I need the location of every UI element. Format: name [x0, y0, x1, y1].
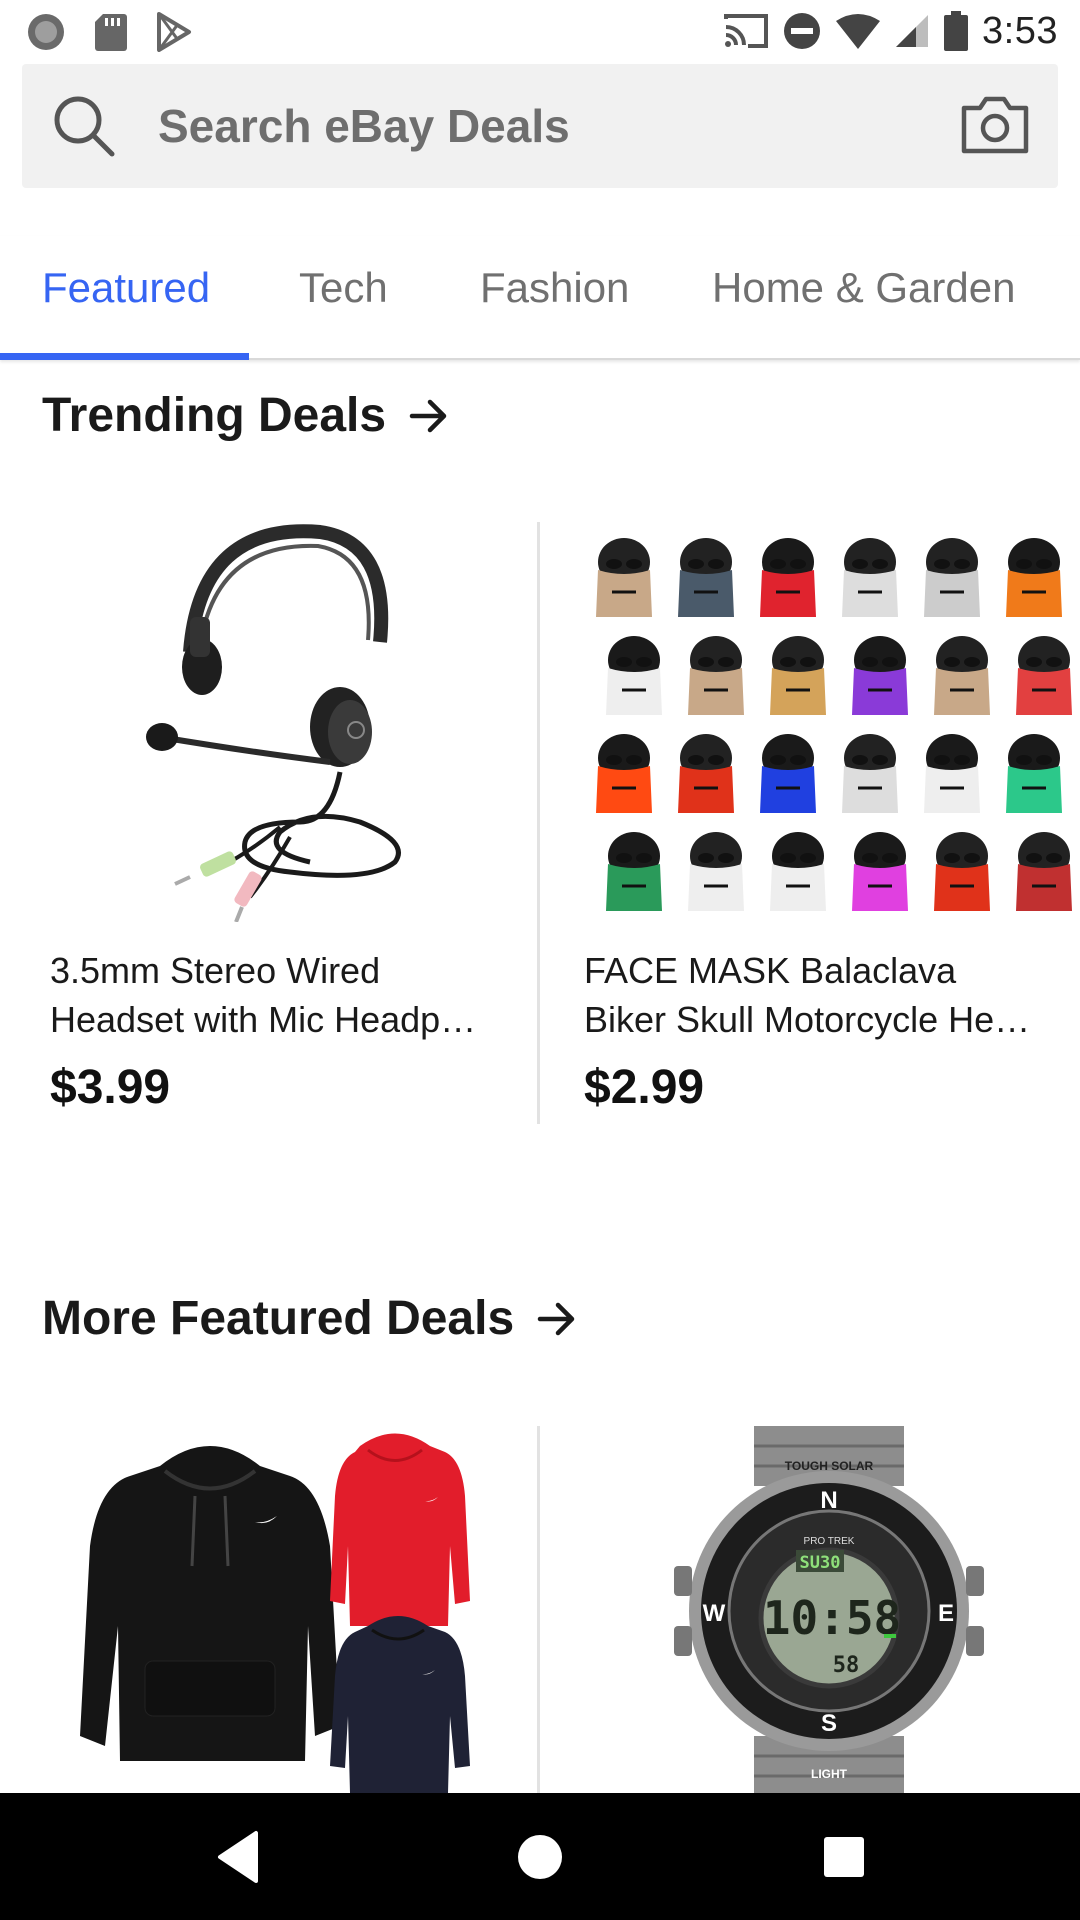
search-bar[interactable] [22, 64, 1058, 188]
deal-title: FACE MASK Balaclava Biker Skull Motorcyc… [584, 946, 1054, 1044]
mask-thumbnail [770, 636, 826, 715]
deal-title-line: 3.5mm Stereo Wired [50, 950, 381, 991]
svg-text:W: W [703, 1600, 726, 1627]
record-icon [28, 14, 64, 50]
headset-image [146, 524, 401, 922]
watch-seconds-text: 58 [833, 1653, 860, 1678]
watch-light-text: LIGHT [811, 1767, 848, 1781]
camera-icon[interactable] [960, 94, 1030, 156]
mask-thumbnail [678, 734, 734, 813]
tab-home-garden[interactable]: Home & Garden [712, 256, 1015, 320]
system-nav-bar [0, 1793, 1080, 1920]
more-featured-deals-heading[interactable]: More Featured Deals [42, 1289, 578, 1349]
tab-fashion[interactable]: Fashion [480, 256, 629, 320]
active-tab-indicator [0, 353, 249, 360]
sd-card-icon [95, 14, 127, 51]
play-store-icon [157, 12, 191, 52]
mask-thumbnail [1016, 832, 1072, 911]
svg-text:E: E [938, 1600, 954, 1627]
arrow-right-icon [537, 1302, 575, 1336]
search-input[interactable] [158, 94, 918, 158]
category-tabs: Featured Tech Fashion Home & Garden [0, 236, 1080, 360]
mask-thumbnail [934, 832, 990, 911]
deal-title-line: Headset with Mic Headp… [50, 999, 477, 1040]
tab-featured[interactable]: Featured [42, 256, 210, 320]
do-not-disturb-icon [784, 13, 821, 49]
deal-title: 3.5mm Stereo Wired Headset with Mic Head… [50, 946, 520, 1044]
deal-title-line: Biker Skull Motorcycle He… [584, 999, 1031, 1040]
deal-title-line: FACE MASK Balaclava [584, 950, 957, 991]
trending-deals-title: Trending Deals [42, 389, 387, 442]
hoodies-image [80, 1433, 470, 1793]
deal-card-face-mask[interactable]: FACE MASK Balaclava Biker Skull Motorcyc… [584, 522, 1080, 1122]
status-bar: 3:53 [0, 0, 1080, 62]
watch-brand-text: TOUGH SOLAR [785, 1459, 874, 1473]
more-featured-deals-title: More Featured Deals [42, 1292, 515, 1345]
svg-text:S: S [821, 1710, 837, 1737]
mask-thumbnail [842, 538, 898, 617]
mask-thumbnail [760, 538, 816, 617]
deal-price: $3.99 [50, 1061, 171, 1114]
mask-thumbnail [924, 538, 980, 617]
cast-icon [724, 14, 769, 48]
mask-thumbnail [760, 734, 816, 813]
mask-thumbnail [770, 832, 826, 911]
mask-thumbnail [852, 636, 908, 715]
deal-price: $2.99 [584, 1061, 705, 1114]
mask-thumbnail [852, 832, 908, 911]
signal-icon [896, 15, 929, 47]
mask-thumbnail [678, 538, 734, 617]
deal-card-hoodies[interactable] [50, 1426, 550, 1793]
mask-thumbnail [606, 832, 662, 911]
tab-tech[interactable]: Tech [299, 256, 388, 320]
recents-icon[interactable] [812, 1825, 876, 1889]
mask-thumbnail [688, 636, 744, 715]
home-icon[interactable] [508, 1825, 572, 1889]
svg-text:N: N [820, 1487, 837, 1514]
search-icon[interactable] [52, 94, 116, 158]
mask-thumbnail [606, 636, 662, 715]
mask-thumbnail [1016, 636, 1072, 715]
mask-thumbnail [924, 734, 980, 813]
mask-thumbnail [596, 734, 652, 813]
mask-thumbnail [842, 734, 898, 813]
watch-top-text: SU30 [800, 1553, 841, 1573]
watch-model-text: PRO TREK [804, 1536, 855, 1547]
watch-time-text: 10:58 [763, 1591, 901, 1645]
battery-icon [944, 11, 969, 51]
watch-image: N S W E TOUGH SOLAR LIGHT PRO TREK SU30 … [674, 1426, 984, 1793]
trending-deals-heading[interactable]: Trending Deals [42, 386, 450, 446]
mask-thumbnail [934, 636, 990, 715]
deal-card-watch[interactable]: N S W E TOUGH SOLAR LIGHT PRO TREK SU30 … [584, 1426, 1080, 1793]
mask-thumbnail [1006, 734, 1062, 813]
face-masks-image [596, 538, 1072, 911]
mask-thumbnail [688, 832, 744, 911]
mask-thumbnail [596, 538, 652, 617]
back-icon[interactable] [210, 1825, 274, 1889]
arrow-right-icon [409, 399, 447, 433]
deal-card-headset[interactable]: 3.5mm Stereo Wired Headset with Mic Head… [50, 522, 550, 1122]
mask-thumbnail [1006, 538, 1062, 617]
clock: 3:53 [982, 9, 1058, 52]
wifi-icon [836, 14, 881, 49]
